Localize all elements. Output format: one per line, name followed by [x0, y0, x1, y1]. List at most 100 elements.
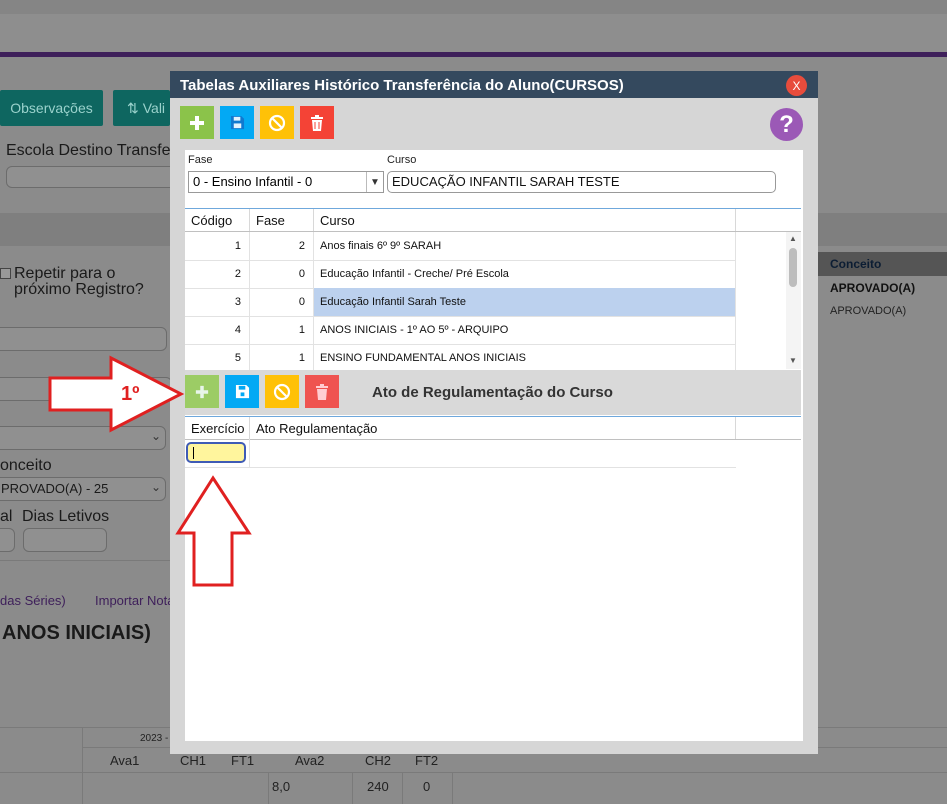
escola-label: Escola Destino Transfer — [6, 142, 176, 159]
curso-input[interactable]: EDUCAÇÃO INFANTIL SARAH TESTE — [387, 171, 776, 193]
chevron-down-icon: ⌄ — [150, 480, 161, 494]
page-heading: ANOS INICIAIS) — [2, 622, 151, 644]
table-line — [268, 772, 269, 804]
table-line — [0, 772, 947, 773]
conceito-value-2: APROVADO(A) — [830, 305, 907, 317]
cell-codigo: 3 — [185, 288, 250, 316]
series-link[interactable]: das Séries) — [0, 593, 66, 608]
section-title: Ato de Regulamentação do Curso — [372, 384, 613, 401]
cell-ch2: 240 — [367, 779, 389, 794]
column-header-codigo[interactable]: Código — [185, 209, 250, 231]
text-cursor — [193, 447, 194, 459]
column-header-ato[interactable]: Ato Regulamentação — [250, 417, 736, 439]
cell-fase: 1 — [250, 344, 314, 372]
dias-letivos-input[interactable] — [23, 528, 107, 552]
save-ato-button[interactable] — [225, 375, 259, 408]
ban-icon — [268, 114, 286, 131]
cell-divider — [249, 439, 250, 467]
total-label: al — [0, 508, 13, 525]
conceito-value: PROVADO(A) - 25 — [1, 481, 109, 496]
add-button[interactable] — [180, 106, 214, 139]
sub-grid-header: Exercício Ato Regulamentação — [185, 416, 801, 440]
table-row[interactable]: 5 1 ENSINO FUNDAMENTAL ANOS INICIAIS — [185, 344, 736, 373]
add-ato-button[interactable] — [185, 375, 219, 408]
repetir-label-line2: próximo Registro? — [14, 281, 144, 298]
repetir-label-line1: Repetir para o — [14, 265, 116, 282]
column-header-fase[interactable]: Fase — [250, 209, 314, 231]
table-row[interactable]: 1 2 Anos finais 6º 9º SARAH — [185, 232, 736, 261]
trash-icon — [316, 383, 328, 400]
cell-codigo: 1 — [185, 232, 250, 260]
conceito-select[interactable]: PROVADO(A) - 25 ⌄ — [0, 477, 166, 501]
cancel-ato-button[interactable] — [265, 375, 299, 408]
vertical-scrollbar[interactable]: ▲ ▼ — [786, 232, 801, 369]
chevron-down-icon: ▼ — [366, 172, 383, 192]
validar-label: Vali — [142, 100, 166, 116]
cancel-button[interactable] — [260, 106, 294, 139]
table-line — [452, 772, 453, 804]
scroll-down-icon[interactable]: ▼ — [789, 356, 797, 365]
validar-button[interactable]: ⇅ Vali — [113, 90, 170, 126]
col-ch2: CH2 — [365, 753, 392, 768]
cell-fase: 2 — [250, 232, 314, 260]
sort-icon: ⇅ — [127, 99, 139, 116]
cell-codigo: 5 — [185, 344, 250, 372]
cell-fase: 0 — [250, 260, 314, 288]
curso-label: Curso — [387, 154, 417, 166]
fase-label: Fase — [188, 154, 213, 166]
save-button[interactable] — [220, 106, 254, 139]
col-ft1: FT1 — [231, 753, 255, 768]
fase-value: 0 - Ensino Infantil - 0 — [193, 174, 313, 189]
cell-ft2: 0 — [423, 779, 431, 794]
table-row[interactable]: 2 0 Educação Infantil - Creche/ Pré Esco… — [185, 260, 736, 289]
table-line — [82, 727, 83, 804]
delete-ato-button[interactable] — [305, 375, 339, 408]
grid-header: Código Fase Curso — [185, 208, 801, 232]
delete-button[interactable] — [300, 106, 334, 139]
modal-title: Tabelas Auxiliares Histórico Transferênc… — [180, 77, 624, 94]
col-ch1: CH1 — [180, 753, 207, 768]
trash-icon — [311, 114, 323, 131]
total-input[interactable] — [0, 528, 15, 552]
fase-select[interactable]: 0 - Ensino Infantil - 0 ▼ — [188, 171, 384, 193]
cell-codigo: 4 — [185, 316, 250, 344]
top-band — [0, 14, 947, 52]
dias-letivos-label: Dias Letivos — [22, 508, 110, 525]
plus-icon — [190, 115, 204, 130]
repetir-label: Repetir para o próximo Registro? — [14, 266, 144, 298]
close-button[interactable]: X — [786, 75, 807, 96]
ban-icon — [273, 383, 291, 400]
cell-curso: Educação Infantil - Creche/ Pré Escola — [314, 260, 736, 288]
question-icon: ? — [779, 110, 794, 138]
table-row-selected[interactable]: 3 0 Educação Infantil Sarah Teste — [185, 288, 736, 317]
column-header-exercicio[interactable]: Exercício — [185, 417, 250, 439]
floppy-disk-icon — [235, 384, 249, 399]
right-arrow-annotation — [48, 355, 185, 433]
field-input-1[interactable] — [0, 327, 167, 351]
column-header-curso[interactable]: Curso — [314, 209, 736, 231]
repetir-checkbox[interactable] — [0, 268, 11, 279]
importar-notas-link[interactable]: Importar Nota — [95, 593, 174, 608]
table-row[interactable]: 4 1 ANOS INICIAIS - 1º AO 5º - ARQUIPO — [185, 316, 736, 345]
conceito-value-1: APROVADO(A) — [830, 281, 916, 295]
divider — [0, 560, 170, 561]
observacoes-button[interactable]: Observações — [0, 90, 103, 126]
help-button[interactable]: ? — [770, 108, 803, 141]
close-icon: X — [792, 78, 801, 93]
sub-grid-row — [185, 439, 736, 468]
col-ava1: Ava1 — [110, 753, 140, 768]
escola-input[interactable] — [6, 166, 178, 188]
observacoes-label: Observações — [10, 100, 93, 116]
cell-codigo: 2 — [185, 260, 250, 288]
cell-curso: Educação Infantil Sarah Teste — [314, 288, 736, 316]
step-label: 1º — [121, 383, 140, 405]
col-ava2: Ava2 — [295, 753, 325, 768]
exercicio-input[interactable] — [186, 442, 246, 463]
cell-curso: Anos finais 6º 9º SARAH — [314, 232, 736, 260]
cell-curso: ANOS INICIAIS - 1º AO 5º - ARQUIPO — [314, 316, 736, 344]
cell-fase: 1 — [250, 316, 314, 344]
scroll-thumb[interactable] — [789, 248, 797, 287]
scroll-up-icon[interactable]: ▲ — [789, 234, 797, 243]
conceito-label: onceito — [0, 457, 52, 474]
table-line — [402, 772, 403, 804]
